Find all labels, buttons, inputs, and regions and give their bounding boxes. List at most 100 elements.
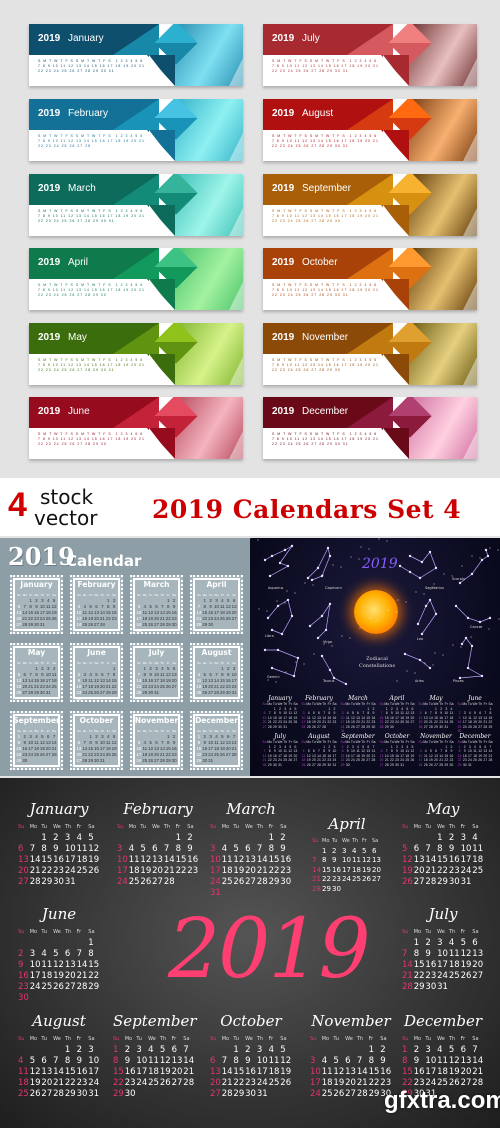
background-star — [250, 538, 251, 539]
weekday-label: We — [53, 1036, 61, 1042]
banner-day-strip: S M T W T F S S M T W T F S 1 2 3 4 5 6 … — [38, 209, 145, 223]
background-star — [424, 662, 426, 664]
weekday-label: Th — [448, 929, 456, 935]
day-cell: 5 — [53, 949, 59, 959]
day-cell: 30 — [76, 1089, 88, 1099]
day-cell: 18 — [321, 1078, 333, 1088]
banner-year: 2019 — [272, 332, 295, 343]
banner-white-wedge — [383, 130, 407, 161]
day-cell: 7 — [29, 844, 36, 854]
banner-triangle — [113, 99, 159, 130]
day-cell: 26 — [51, 616, 57, 621]
background-star — [286, 590, 288, 592]
day-cell: 18 — [148, 1067, 159, 1077]
empty-cell — [41, 938, 53, 949]
background-star — [295, 661, 297, 663]
day-cell: 13 — [64, 960, 76, 970]
day-cell: 28 — [99, 622, 105, 627]
weekday-label: Th — [256, 1036, 264, 1042]
day-cell: 2 — [380, 1045, 386, 1055]
constellation-star — [466, 616, 470, 620]
day-cell: 26 — [333, 1089, 345, 1099]
day-cell: 27 — [171, 684, 177, 689]
day-cell: 31 — [208, 758, 214, 763]
constellation-star — [486, 554, 490, 558]
day-cell: 21 — [183, 1067, 195, 1077]
day-cell: 16 — [332, 865, 341, 874]
day-cell: 13 — [152, 855, 163, 865]
day-cell: 8 — [64, 1056, 71, 1066]
weekday-label: Th — [64, 824, 72, 830]
day-cell: 22 — [113, 1078, 124, 1088]
zodiac-month-february: February Su Mo Tu We Th Fr Sa 1 2 3 4 5 6 7 8 9 10 11 12 13 1… — [301, 695, 337, 737]
day-cell: 26 — [140, 877, 152, 887]
background-star — [321, 655, 323, 657]
stamp-month-january: January Su Mo Tu We Th Fr Sa 1 2 3 4 5 6 7 8 9 10 11 12 13 14… — [10, 575, 63, 634]
day-cell: 25 — [41, 982, 53, 992]
day-cell: 12 — [280, 1056, 292, 1066]
day-cell: 5 — [402, 844, 408, 854]
constellation-star — [464, 636, 468, 640]
chalk-day-grid: Su Mo Tu We Th Fr Sa 1 2 3 4 5 6 7 8 9 10 11 12 13 14 15 16 17 1… — [113, 1034, 195, 1100]
constellation-star — [488, 616, 492, 620]
day-cell: 9 — [187, 844, 193, 854]
banner-month: March — [68, 183, 96, 194]
day-cell: 31 — [332, 762, 337, 767]
banner-december: 2019 December S M T W T F S S M T W T F S … — [263, 397, 477, 459]
day-cell: 27 — [413, 877, 425, 887]
banner-day-strip: S M T W T F S S M T W T F S 1 2 3 4 5 6 … — [38, 432, 145, 446]
day-cell: 21 — [472, 1067, 484, 1077]
chalk-month-name: September — [113, 1012, 197, 1030]
stamp-day-grid: Su Mo Tu We Th Fr Sa 1 2 3 4 5 6 7 8 9 10 11 12 13 14 15 16 17 1… — [16, 660, 57, 696]
day-cell: 9 — [245, 1056, 251, 1066]
day-cell: 18 — [268, 1067, 280, 1077]
day-cell: 31 — [231, 690, 237, 695]
day-cell: 5 — [333, 1056, 339, 1066]
day-cell: 15 — [402, 1067, 413, 1077]
day-cell: 23 — [448, 866, 460, 876]
background-star — [258, 608, 260, 610]
day-cell: 9 — [124, 1056, 131, 1066]
day-cell: 25 — [321, 1089, 333, 1099]
zodiac-day-grid: Su Mo Tu We Th Fr Sa 1 2 3 4 5 6 7 8 9 10 11 12 13 14 15 16 17 1… — [262, 702, 298, 729]
empty-cell — [53, 938, 65, 949]
background-star — [312, 584, 314, 586]
day-cell: 28 — [53, 1089, 64, 1099]
chalkboard-big-year: 2019 — [168, 902, 371, 997]
stamp-month-name: April — [206, 580, 227, 589]
day-cell: 18 — [448, 960, 460, 970]
day-cell: 26 — [280, 1078, 292, 1088]
day-cell: 12 — [233, 855, 245, 865]
day-cell: 14 — [472, 1056, 484, 1066]
day-cell: 4 — [437, 1045, 443, 1055]
weekday-label: Th — [352, 838, 359, 844]
weekday-label: We — [437, 1036, 445, 1042]
day-cell: 22 — [41, 866, 53, 876]
day-cell: 20 — [64, 971, 76, 981]
constellation-star — [480, 674, 484, 678]
day-cell: 6 — [372, 846, 377, 855]
day-cell: 17 — [425, 1067, 437, 1077]
day-cell: 5 — [159, 1045, 166, 1055]
day-cell: 16 — [425, 960, 437, 970]
day-cell: 12 — [53, 960, 64, 970]
empty-cell — [414, 833, 426, 844]
banner-corner-triangle — [463, 133, 477, 161]
stamp-month-november: November Su Mo Tu We Th Fr Sa 1 2 3 4 5 6 7 8 9 10 11 12 13 1… — [130, 711, 183, 770]
stamp-day-grid: Su Mo Tu We Th Fr Sa 1 2 3 4 5 6 7 8 9 10 11 12 13 14 15 16 17 1… — [196, 592, 237, 628]
background-star — [276, 600, 278, 602]
day-cell: 8 — [175, 844, 181, 854]
banner-month: November — [302, 332, 349, 343]
chalk-day-grid: Su Mo Tu We Th Fr Sa 1 2 3 4 5 6 7 8 9 10 11 12 13 14 15 16 17 1… — [18, 822, 100, 888]
day-cell: 18 — [221, 866, 233, 876]
day-cell: 16 — [448, 855, 460, 865]
day-cell: 30 — [449, 762, 454, 767]
day-cell: 11 — [321, 1067, 333, 1077]
day-cell: 7 — [53, 1056, 59, 1066]
day-cell: 25 — [352, 875, 361, 883]
empty-cell — [77, 938, 89, 949]
stamp-month-august: August Su Mo Tu We Th Fr Sa 1 2 3 4 5 6 7 8 9 10 11 12 13 14 1… — [190, 643, 243, 702]
constellation-label: Libra — [265, 634, 274, 638]
day-cell: 2 — [53, 833, 59, 843]
day-cell: 15 — [88, 960, 100, 970]
